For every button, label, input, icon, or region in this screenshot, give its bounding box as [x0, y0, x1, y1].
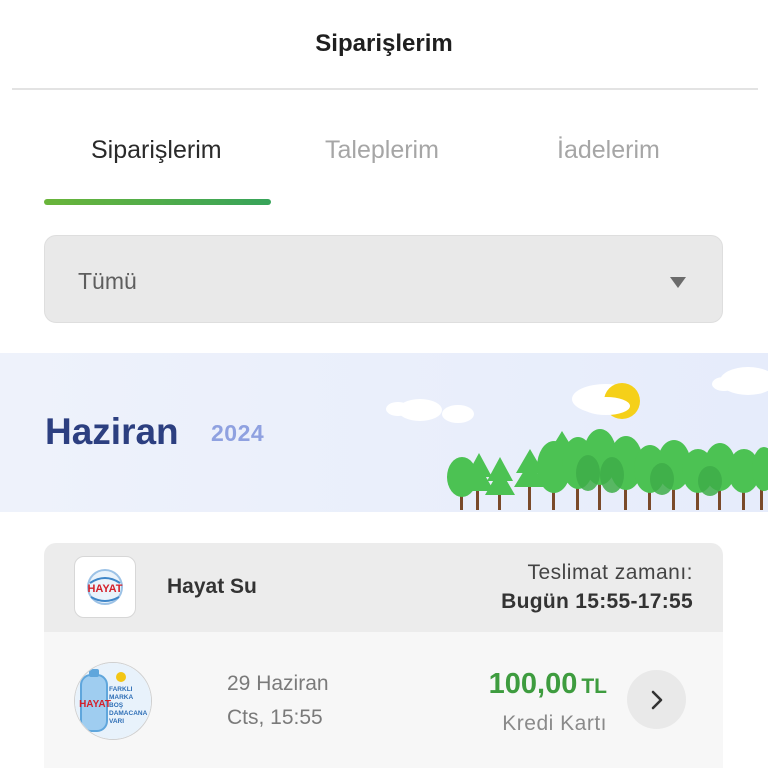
order-time: Cts, 15:55 [227, 706, 323, 729]
order-price-amount: 100,00 [488, 668, 578, 700]
product-text-4: DAMACANA [109, 710, 148, 717]
tab-returns[interactable]: İadelerim [557, 136, 660, 165]
product-text-3: BOŞ [109, 702, 124, 709]
logo-text: HAYAT [87, 583, 122, 595]
header-divider [12, 88, 758, 90]
active-tab-indicator [44, 199, 271, 205]
order-card-body: HAYAT FARKLI MARKA BOŞ DAMACANA VARI 29 … [44, 632, 723, 768]
product-text-1: FARKLI [109, 686, 133, 693]
hayat-logo-icon: HAYAT [87, 569, 123, 605]
chevron-down-icon [670, 277, 686, 288]
product-image: HAYAT FARKLI MARKA BOŞ DAMACANA VARI [74, 662, 152, 740]
top-header: Siparişlerim [0, 0, 768, 89]
water-jug-icon: HAYAT FARKLI MARKA BOŞ DAMACANA VARI [75, 663, 151, 739]
forest-illustration [386, 367, 768, 510]
order-card[interactable]: HAYAT Hayat Su Teslimat zamanı: Bugün 15… [44, 543, 723, 768]
order-price: 100,00 TL [489, 668, 607, 701]
month-title: Haziran [45, 411, 179, 452]
delivery-label: Teslimat zamanı: [527, 561, 693, 584]
month-year: 2024 [211, 420, 265, 446]
order-tabs: Siparişlerim Taleplerim İadelerim [44, 120, 724, 206]
tab-orders[interactable]: Siparişlerim [91, 136, 222, 165]
order-date: 29 Haziran [227, 672, 329, 695]
order-filter-select[interactable]: Tümü [44, 235, 723, 323]
brand-logo: HAYAT [74, 556, 136, 618]
order-card-header: HAYAT Hayat Su Teslimat zamanı: Bugün 15… [44, 543, 723, 632]
page-title: Siparişlerim [315, 29, 453, 57]
payment-method: Kredi Kartı [502, 712, 607, 735]
tab-requests[interactable]: Taleplerim [325, 136, 439, 165]
order-detail-button[interactable] [627, 670, 686, 729]
chevron-right-icon [651, 690, 662, 709]
jug-logo-text: HAYAT [79, 699, 111, 710]
brand-name: Hayat Su [167, 575, 257, 598]
month-banner: Haziran 2024 [0, 353, 768, 512]
filter-selected-value: Tümü [78, 268, 137, 294]
product-text-2: MARKA [109, 694, 133, 701]
delivery-time: Bugün 15:55-17:55 [501, 590, 693, 613]
order-price-currency: TL [581, 675, 607, 698]
product-text-5: VARI [109, 718, 124, 725]
